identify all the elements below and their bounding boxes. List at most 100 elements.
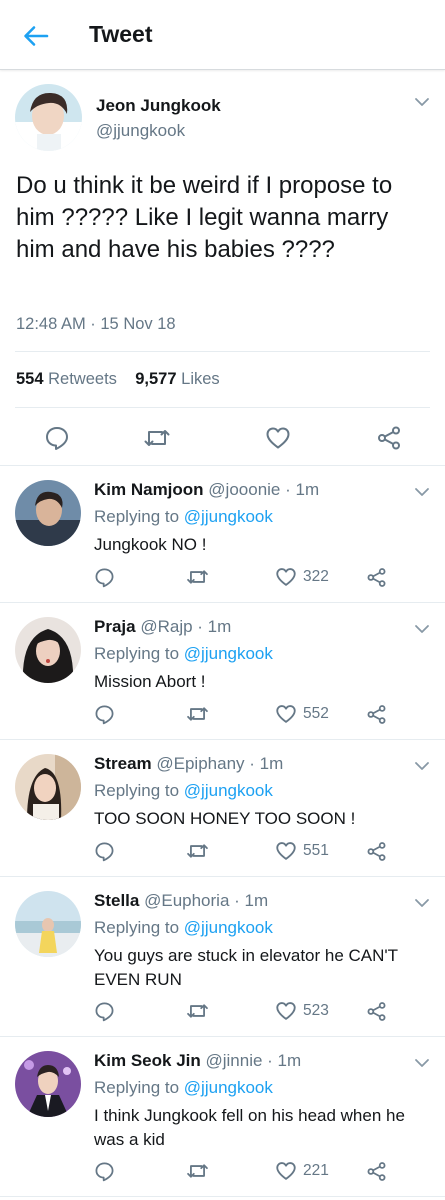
like-count: 552 — [303, 705, 329, 722]
reply-icon — [95, 1002, 114, 1021]
share-button[interactable] — [366, 838, 387, 864]
reply-item[interactable]: Stream @Epiphany · 1m Replying to @jjung… — [0, 740, 445, 877]
chevron-down-icon[interactable] — [414, 760, 430, 772]
reply-text: TOO SOON HONEY TOO SOON ! — [94, 809, 356, 828]
reply-button[interactable] — [37, 420, 77, 456]
reply-item[interactable]: Kim Seok Jin @jinnie · 1m Replying to @j… — [0, 1037, 445, 1197]
reply-author-name[interactable]: Stella — [94, 891, 139, 910]
heart-icon — [266, 427, 290, 449]
retweet-icon — [187, 707, 208, 721]
page-title: Tweet — [89, 21, 153, 47]
like-count: 551 — [303, 842, 329, 859]
reply-text: Jungkook NO ! — [94, 535, 207, 554]
reply-item[interactable]: Praja @Rajp · 1m Replying to @jjungkook … — [0, 603, 445, 740]
divider — [15, 351, 430, 352]
tweet-text: Do u think it be weird if I propose to h… — [16, 172, 393, 263]
share-button[interactable] — [366, 1158, 387, 1184]
reply-button[interactable] — [94, 998, 115, 1024]
reply-handle-time: @Epiphany · 1m — [156, 754, 284, 773]
retweet-button[interactable] — [137, 420, 177, 456]
reply-actions: 322 — [94, 564, 404, 590]
share-button[interactable] — [369, 420, 409, 456]
like-button[interactable] — [258, 420, 298, 456]
chevron-down-icon[interactable] — [414, 96, 430, 108]
retweet-button[interactable] — [186, 838, 209, 864]
reply-button[interactable] — [94, 701, 115, 727]
retweets-stat[interactable]: 554 Retweets — [16, 370, 117, 388]
mention-link[interactable]: @jjungkook — [184, 781, 273, 800]
mention-link[interactable]: @jjungkook — [184, 507, 273, 526]
replying-to: Replying to @jjungkook — [94, 507, 273, 527]
reply-author-name[interactable]: Stream — [94, 754, 152, 773]
avatar[interactable] — [15, 480, 81, 546]
reply-text: You guys are stuck in elevator he CAN'T … — [94, 946, 398, 989]
mention-link[interactable]: @jjungkook — [184, 1078, 273, 1097]
avatar[interactable] — [15, 754, 81, 820]
likes-stat[interactable]: 9,577 Likes — [135, 370, 219, 388]
like-button[interactable]: 551 — [275, 838, 329, 864]
replying-to: Replying to @jjungkook — [94, 918, 273, 938]
back-button[interactable] — [20, 20, 52, 52]
retweets-count: 554 — [16, 370, 44, 388]
reply-header: Kim Namjoon @jooonie · 1m — [94, 480, 319, 500]
reply-item[interactable]: Kim Namjoon @jooonie · 1m Replying to @j… — [0, 466, 445, 603]
chevron-down-icon[interactable] — [414, 1057, 430, 1069]
reply-author-name[interactable]: Kim Seok Jin — [94, 1051, 201, 1070]
reply-actions: 551 — [94, 838, 404, 864]
share-button[interactable] — [366, 564, 387, 590]
reply-header: Kim Seok Jin @jinnie · 1m — [94, 1051, 301, 1071]
divider — [15, 407, 430, 408]
like-count: 221 — [303, 1162, 329, 1179]
like-button[interactable]: 523 — [275, 998, 329, 1024]
reply-button[interactable] — [94, 1158, 115, 1184]
reply-button[interactable] — [94, 838, 115, 864]
reply-icon — [46, 427, 68, 450]
author-name[interactable]: Jeon Jungkook — [96, 96, 221, 116]
like-count: 322 — [303, 568, 329, 585]
avatar[interactable] — [15, 1051, 81, 1117]
share-button[interactable] — [366, 998, 387, 1024]
avatar[interactable] — [15, 617, 81, 683]
retweet-button[interactable] — [186, 564, 209, 590]
retweet-button[interactable] — [186, 701, 209, 727]
replying-to-label: Replying to — [94, 644, 180, 663]
retweet-button[interactable] — [186, 1158, 209, 1184]
retweet-icon — [187, 844, 208, 858]
heart-icon — [276, 1002, 296, 1020]
retweet-icon — [187, 1004, 208, 1018]
reply-handle-time: @Euphoria · 1m — [144, 891, 269, 910]
likes-count: 9,577 — [135, 370, 177, 388]
reply-handle-time: @Rajp · 1m — [140, 617, 232, 636]
share-icon — [367, 1161, 386, 1181]
retweet-icon — [187, 570, 208, 584]
like-button[interactable]: 322 — [275, 564, 329, 590]
author-handle[interactable]: @jjungkook — [96, 121, 185, 141]
reply-text: Mission Abort ! — [94, 672, 206, 691]
chevron-down-icon[interactable] — [414, 623, 430, 635]
mention-link[interactable]: @jjungkook — [184, 644, 273, 663]
avatar[interactable] — [15, 84, 82, 151]
heart-icon — [276, 842, 296, 860]
reply-icon — [95, 568, 114, 587]
retweet-button[interactable] — [186, 998, 209, 1024]
reply-actions: 221 — [94, 1158, 404, 1184]
like-button[interactable]: 552 — [275, 701, 329, 727]
tweet-actions — [0, 420, 445, 456]
reply-button[interactable] — [94, 564, 115, 590]
avatar[interactable] — [15, 891, 81, 957]
reply-icon — [95, 842, 114, 861]
reply-header: Praja @Rajp · 1m — [94, 617, 231, 637]
heart-icon — [276, 705, 296, 723]
share-button[interactable] — [366, 701, 387, 727]
mention-link[interactable]: @jjungkook — [184, 918, 273, 937]
reply-author-name[interactable]: Kim Namjoon — [94, 480, 204, 499]
chevron-down-icon[interactable] — [414, 486, 430, 498]
reply-author-name[interactable]: Praja — [94, 617, 136, 636]
reply-handle-time: @jinnie · 1m — [205, 1051, 302, 1070]
like-button[interactable]: 221 — [275, 1158, 329, 1184]
replying-to: Replying to @jjungkook — [94, 644, 273, 664]
reply-item[interactable]: Stella @Euphoria · 1m Replying to @jjung… — [0, 877, 445, 1037]
replying-to-label: Replying to — [94, 781, 180, 800]
retweet-icon — [187, 1164, 208, 1178]
chevron-down-icon[interactable] — [414, 897, 430, 909]
